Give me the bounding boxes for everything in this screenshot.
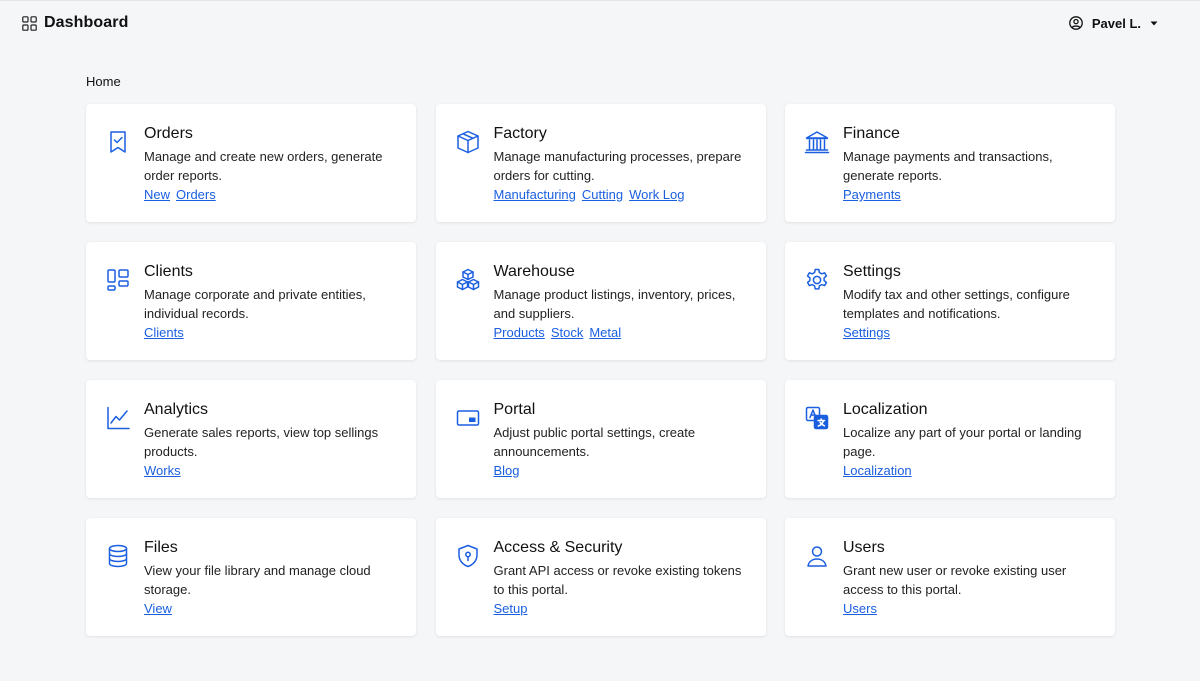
- card-body: Localization Localize any part of your po…: [843, 400, 1097, 480]
- card-title: Finance: [843, 125, 900, 142]
- card-links: Works: [144, 461, 398, 480]
- user-icon: [803, 542, 831, 570]
- card-users: Users Grant new user or revoke existing u…: [785, 518, 1115, 636]
- card-links: Users: [843, 599, 1097, 618]
- link-payments[interactable]: Payments: [843, 187, 901, 202]
- layout-blocks-icon: [104, 266, 132, 294]
- user-name: Pavel L.: [1091, 15, 1141, 31]
- card-portal: Portal Adjust public portal settings, cre…: [435, 380, 766, 498]
- card-title: Access & Security: [493, 539, 623, 556]
- card-body: Clients Manage corporate and private enti…: [144, 262, 398, 342]
- card-links: Localization: [843, 461, 1097, 480]
- link-new[interactable]: New: [144, 187, 170, 202]
- card-links: Manufacturing Cutting Work Log: [494, 185, 748, 204]
- card-description: Adjust public portal settings, create an…: [493, 425, 696, 459]
- card-title: Clients: [144, 263, 193, 280]
- window-icon: [454, 404, 482, 432]
- grid-icon: [22, 15, 37, 31]
- app-title: Dashboard: [44, 14, 129, 31]
- card-body: Factory Manage manufacturing processes, p…: [494, 124, 748, 204]
- link-products[interactable]: Products: [494, 325, 545, 340]
- card-access-security: Access & Security Grant API access or rev…: [435, 518, 766, 636]
- breadcrumb: Home: [86, 74, 121, 89]
- link-work-log[interactable]: Work Log: [629, 187, 684, 202]
- link-metal[interactable]: Metal: [589, 325, 621, 340]
- card-body: Analytics Generate sales reports, view to…: [144, 400, 398, 480]
- line-chart-icon: [104, 404, 132, 432]
- card-links: Blog: [494, 461, 748, 480]
- card-settings: Settings Modify tax and other settings, c…: [785, 242, 1115, 360]
- card-description: Modify tax and other settings, configure…: [843, 287, 1070, 321]
- link-stock[interactable]: Stock: [551, 325, 584, 340]
- link-works[interactable]: Works: [144, 463, 181, 478]
- card-title: Analytics: [144, 401, 209, 418]
- dashboard-home-link[interactable]: Dashboard: [22, 13, 128, 33]
- link-settings[interactable]: Settings: [843, 325, 890, 340]
- card-title: Portal: [493, 401, 536, 418]
- card-links: Payments: [843, 185, 1097, 204]
- card-description: Grant new user or revoke existing user a…: [843, 563, 1067, 597]
- card-description: Manage manufacturing processes, prepare …: [493, 149, 742, 183]
- card-description: Grant API access or revoke existing toke…: [493, 563, 742, 597]
- card-localization: Localization Localize any part of your po…: [785, 380, 1115, 498]
- card-description: Manage payments and transactions, genera…: [843, 149, 1053, 183]
- bookmark-check-icon: [104, 128, 132, 156]
- gear-icon: [803, 266, 831, 294]
- card-title: Warehouse: [493, 263, 575, 280]
- card-description: Manage corporate and private entities, i…: [144, 287, 366, 321]
- card-files: Files View your file library and manage c…: [86, 518, 416, 636]
- card-links: Products Stock Metal: [494, 323, 748, 342]
- card-clients: Clients Manage corporate and private enti…: [86, 242, 416, 360]
- link-orders[interactable]: Orders: [176, 187, 216, 202]
- top-bar: Dashboard Pavel L.: [0, 0, 1200, 46]
- bank-icon: [803, 128, 831, 156]
- link-blog[interactable]: Blog: [494, 463, 520, 478]
- link-localization[interactable]: Localization: [843, 463, 912, 478]
- module-grid: Orders Manage and create new orders, gene…: [86, 104, 1115, 636]
- card-links: Settings: [843, 323, 1097, 342]
- card-finance: Finance Manage payments and transactions,…: [785, 104, 1115, 222]
- card-body: Warehouse Manage product listings, invent…: [494, 262, 748, 342]
- card-body: Finance Manage payments and transactions,…: [843, 124, 1097, 204]
- card-title: Localization: [843, 401, 928, 418]
- card-title: Settings: [843, 263, 901, 280]
- card-links: Setup: [494, 599, 748, 618]
- link-clients[interactable]: Clients: [144, 325, 184, 340]
- card-title: Factory: [493, 125, 547, 142]
- translate-icon: [803, 404, 831, 432]
- user-circle-icon: [1069, 16, 1083, 30]
- card-title: Users: [843, 539, 885, 556]
- card-body: Portal Adjust public portal settings, cre…: [494, 400, 748, 480]
- card-description: Generate sales reports, view top selling…: [144, 425, 379, 459]
- caret-down-icon: [1150, 21, 1158, 25]
- box-icon: [454, 128, 482, 156]
- card-links: View: [144, 599, 398, 618]
- card-description: Manage and create new orders, generate o…: [144, 149, 383, 183]
- card-body: Access & Security Grant API access or rev…: [494, 538, 748, 618]
- card-links: Clients: [144, 323, 398, 342]
- boxes-icon: [454, 266, 482, 294]
- link-users[interactable]: Users: [843, 601, 877, 616]
- card-description: Localize any part of your portal or land…: [843, 425, 1082, 459]
- database-icon: [104, 542, 132, 570]
- card-warehouse: Warehouse Manage product listings, invent…: [435, 242, 766, 360]
- card-body: Files View your file library and manage c…: [144, 538, 398, 618]
- card-analytics: Analytics Generate sales reports, view to…: [86, 380, 416, 498]
- card-body: Orders Manage and create new orders, gene…: [144, 124, 398, 204]
- card-title: Files: [144, 539, 178, 556]
- link-cutting[interactable]: Cutting: [582, 187, 623, 202]
- link-view[interactable]: View: [144, 601, 172, 616]
- card-body: Settings Modify tax and other settings, c…: [843, 262, 1097, 342]
- card-description: Manage product listings, inventory, pric…: [493, 287, 736, 321]
- card-orders: Orders Manage and create new orders, gene…: [86, 104, 416, 222]
- shield-lock-icon: [454, 542, 482, 570]
- user-menu[interactable]: Pavel L.: [1069, 13, 1158, 33]
- card-body: Users Grant new user or revoke existing u…: [843, 538, 1097, 618]
- card-description: View your file library and manage cloud …: [144, 563, 371, 597]
- card-links: New Orders: [144, 185, 398, 204]
- card-title: Orders: [144, 125, 193, 142]
- link-setup[interactable]: Setup: [494, 601, 528, 616]
- card-factory: Factory Manage manufacturing processes, p…: [435, 104, 766, 222]
- link-manufacturing[interactable]: Manufacturing: [494, 187, 576, 202]
